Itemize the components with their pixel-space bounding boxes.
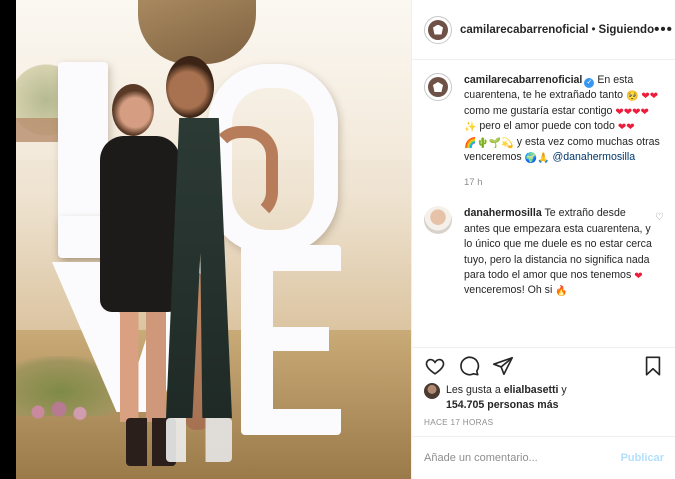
mention-link[interactable]: @danahermosilla: [550, 151, 636, 163]
woman-left-head: [112, 84, 154, 136]
fire-emoji: 🔥: [555, 286, 568, 298]
woman-right-sandals: [166, 418, 232, 462]
globe-pray-emoji: 🌍🙏: [524, 153, 550, 165]
commenter-avatar[interactable]: [424, 206, 452, 235]
likes-middle: y: [558, 384, 567, 396]
crest-icon: [428, 77, 448, 97]
crest-mark-icon: [433, 24, 443, 35]
comment-text-part: venceremos! Oh si: [464, 284, 556, 297]
woman-right-head: [166, 56, 214, 118]
woman-right-arm: [210, 126, 278, 222]
comment-bubble-icon[interactable]: [458, 355, 480, 377]
caption-time[interactable]: 17 h: [464, 177, 664, 188]
pleading-face-emoji: 🥺: [625, 91, 639, 103]
following-button[interactable]: Siguiendo: [599, 24, 655, 36]
post-date[interactable]: HACE 17 HORAS: [424, 418, 493, 427]
caption-text: camilarecabarrenoficial ✓ En esta cuarent…: [464, 73, 664, 165]
sparkles-emoji: ✨: [464, 122, 477, 134]
heart-outline-icon[interactable]: [424, 355, 446, 377]
more-options-icon[interactable]: •••: [654, 22, 673, 37]
caption-row: camilarecabarrenoficial ✓ En esta cuarent…: [424, 73, 664, 165]
crest-mark-icon: [433, 82, 443, 92]
woman-left-black-dress: [100, 136, 180, 312]
comment-row: danahermosilla Te extraño desde antes qu…: [424, 206, 664, 298]
caption-avatar[interactable]: [424, 73, 452, 101]
likes-summary: Les gusta a elialbasetti y 154.705 perso…: [424, 383, 664, 413]
author-username[interactable]: camilarecabarrenoficial: [460, 24, 589, 36]
comment-text: danahermosilla Te extraño desde antes qu…: [464, 206, 654, 298]
verified-badge-icon: ✓: [584, 78, 595, 88]
crest-icon: [428, 19, 448, 40]
add-comment-bar: Publicar: [412, 436, 675, 479]
woman-left-legs: [120, 310, 166, 422]
comments-panel[interactable]: camilarecabarrenoficial ✓ En esta cuarent…: [412, 61, 675, 346]
photo-flowers: [24, 398, 94, 426]
caption-text-part: pero el amor puede con todo: [476, 120, 618, 133]
hearts-emoji: ❤❤❤❤: [615, 106, 649, 118]
post-header: camilarecabarrenoficial • Siguiendo •••: [412, 0, 675, 60]
likes-text: Les gusta a elialbasetti y 154.705 perso…: [446, 383, 567, 413]
author-avatar[interactable]: [424, 15, 452, 44]
likes-count-link[interactable]: 154.705 personas más: [446, 399, 559, 411]
rainbow-cactus-emoji: 🌈🌵🌱💫: [464, 137, 514, 149]
hearts-emoji: ❤❤: [641, 91, 659, 103]
photo-wall: [16, 118, 60, 142]
paper-plane-icon[interactable]: [492, 355, 514, 377]
commenter-username[interactable]: danahermosilla: [464, 207, 542, 219]
post-sidebar: camilarecabarrenoficial • Siguiendo ••• …: [411, 0, 675, 479]
comment-input[interactable]: [424, 452, 621, 464]
love-letter-e: [241, 245, 341, 435]
header-separator: •: [591, 23, 596, 36]
liker-username[interactable]: elialbasetti: [504, 384, 559, 396]
action-bar: [412, 347, 675, 383]
heart-emoji: ❤: [634, 271, 643, 283]
liker-avatar[interactable]: [424, 383, 440, 399]
likes-prefix: Les gusta a: [446, 384, 504, 396]
caption-username[interactable]: camilarecabarrenoficial: [464, 74, 582, 86]
bookmark-icon[interactable]: [642, 355, 664, 377]
caption-text-part: como me gustaría estar contigo: [464, 104, 616, 117]
hearts-emoji: ❤❤: [617, 122, 635, 134]
comment-like-icon[interactable]: ♡: [655, 212, 664, 223]
post-photo[interactable]: [16, 0, 411, 479]
publish-button[interactable]: Publicar: [621, 452, 664, 464]
post-card: camilarecabarrenoficial • Siguiendo ••• …: [16, 0, 675, 479]
